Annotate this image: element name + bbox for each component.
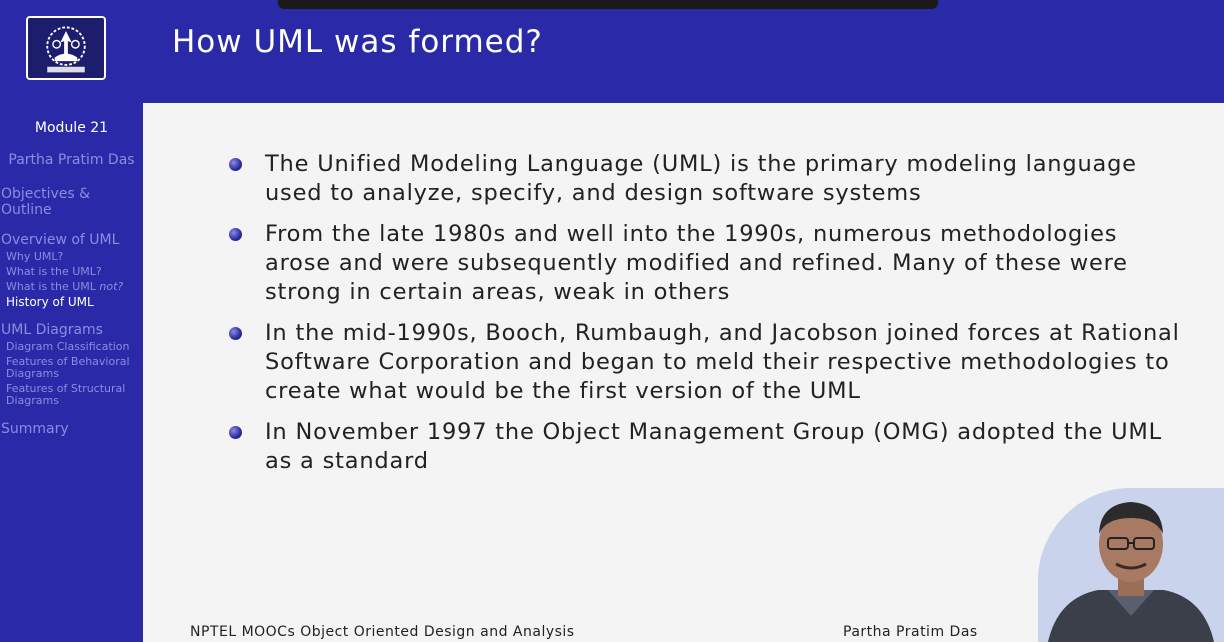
nav-item-history[interactable]: History of UML: [0, 296, 143, 308]
sidebar-author: Partha Pratim Das: [8, 152, 135, 168]
module-label: Module 21: [34, 120, 109, 136]
nav-item-what-not[interactable]: What is the UML not?: [0, 281, 143, 293]
bullet-text: In November 1997 the Object Management G…: [265, 419, 1162, 474]
institute-logo-icon: [26, 16, 106, 80]
video-toolbar: [278, 0, 938, 9]
nav-item-diagrams[interactable]: UML Diagrams: [0, 322, 143, 338]
nav-item-what-is[interactable]: What is the UML?: [0, 266, 143, 278]
sidebar-nav: Module 21 Partha Pratim Das Objectives &…: [0, 118, 143, 439]
bullet-text: In the mid-1990s, Booch, Rumbaugh, and J…: [265, 320, 1180, 404]
nav-item-what-not-text: What is the UML: [6, 280, 96, 293]
bullet-text: The Unified Modeling Language (UML) is t…: [265, 151, 1137, 206]
bullet-item: In November 1997 the Object Management G…: [228, 418, 1188, 476]
nav-item-behavioral[interactable]: Features of Behavioral Diagrams: [0, 356, 143, 380]
nav-item-classification[interactable]: Diagram Classification: [0, 341, 143, 353]
nav-item-summary[interactable]: Summary: [0, 421, 143, 437]
nav-item-overview[interactable]: Overview of UML: [0, 232, 143, 248]
bullet-item: In the mid-1990s, Booch, Rumbaugh, and J…: [228, 319, 1188, 406]
bullet-icon: [229, 158, 242, 171]
bullet-item: The Unified Modeling Language (UML) is t…: [228, 150, 1188, 208]
sidebar: Module 21 Partha Pratim Das Objectives &…: [0, 0, 143, 642]
bullet-text: From the late 1980s and well into the 19…: [265, 221, 1128, 305]
bullet-icon: [229, 327, 242, 340]
bullet-item: From the late 1980s and well into the 19…: [228, 220, 1188, 307]
bullet-icon: [229, 228, 242, 241]
slide-title: How UML was formed?: [172, 24, 543, 60]
nav-item-why-uml[interactable]: Why UML?: [0, 251, 143, 263]
nav-item-what-not-italic: not?: [99, 280, 124, 293]
presenter-webcam-icon: [1038, 488, 1224, 642]
bullet-icon: [229, 426, 242, 439]
nav-item-objectives[interactable]: Objectives & Outline: [0, 186, 143, 218]
footer-author: Partha Pratim Das: [843, 624, 978, 640]
nav-item-structural[interactable]: Features of Structural Diagrams: [0, 383, 143, 407]
footer-course: NPTEL MOOCs Object Oriented Design and A…: [190, 624, 575, 640]
slide-content: The Unified Modeling Language (UML) is t…: [228, 150, 1188, 488]
